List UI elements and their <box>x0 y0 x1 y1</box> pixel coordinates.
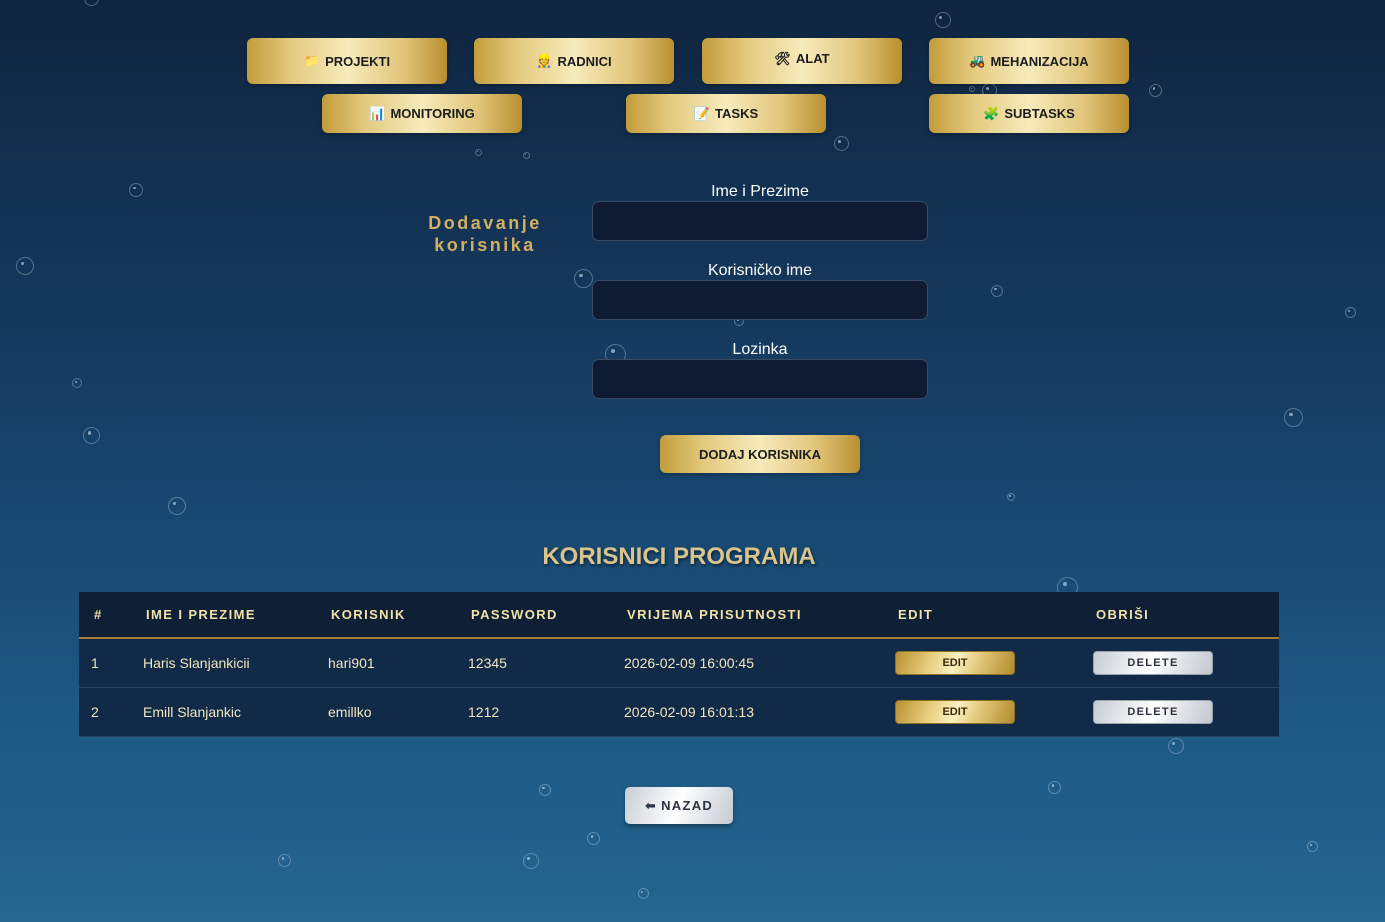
bubble <box>1149 84 1162 97</box>
users-table-title: KORISNICI PROGRAMA <box>542 543 816 570</box>
column-header-name: IME I PREZIME <box>146 607 256 622</box>
cell-password: 1212 <box>468 704 500 720</box>
cell-user: emillko <box>328 704 372 720</box>
nav-projekti-label: PROJEKTI <box>325 53 391 69</box>
tools-icon: 🛠 <box>774 51 791 66</box>
edit-button[interactable]: EDIT <box>895 700 1015 724</box>
bubble <box>969 86 975 92</box>
bubble <box>834 136 849 151</box>
username-field-label: Korisničko ime <box>707 262 813 279</box>
nav-subtasks-label: SUBTASKS <box>1004 106 1075 121</box>
back-button-label: NAZAD <box>661 798 714 813</box>
cell-user: hari901 <box>328 655 375 671</box>
name-field-label: Ime i Prezime <box>711 183 809 200</box>
back-button[interactable]: ⬅ NAZAD <box>625 787 733 824</box>
cell-time: 2026-02-09 16:00:45 <box>624 655 754 671</box>
bubble <box>84 0 99 6</box>
bubble <box>1307 841 1318 852</box>
nav-mehanizacija-button[interactable]: 🚜 MEHANIZACIJA <box>929 38 1129 84</box>
cell-name: Emill Slanjankic <box>143 704 242 720</box>
bubble <box>523 152 530 159</box>
bubble <box>574 269 593 288</box>
column-header-edit: EDIT <box>898 607 934 622</box>
bubble <box>587 832 600 845</box>
password-field-label: Lozinka <box>732 341 788 358</box>
column-header-delete: OBRIŠI <box>1096 607 1150 622</box>
bubble <box>539 784 551 796</box>
bubble <box>475 149 482 156</box>
memo-icon: 📝 <box>693 105 711 121</box>
puzzle-icon: 🧩 <box>983 105 1000 121</box>
edit-button[interactable]: EDIT <box>895 651 1015 675</box>
bubble <box>83 427 100 444</box>
nav-projekti-button[interactable]: 📁 PROJEKTI <box>247 38 447 84</box>
bubble <box>16 257 34 275</box>
form-title: Dodavanje korisnika <box>428 213 542 255</box>
cell-name: Haris Slanjankicii <box>143 655 250 671</box>
cell-password: 12345 <box>468 655 507 671</box>
nav-radnici-label: RADNICI <box>557 53 612 69</box>
nav-subtasks-button[interactable]: 🧩 SUBTASKS <box>929 94 1129 133</box>
bubble <box>72 378 82 388</box>
nav-mehanizacija-label: MEHANIZACIJA <box>990 53 1089 69</box>
cell-number: 2 <box>91 704 99 720</box>
folder-icon: 📁 <box>303 53 321 68</box>
bubble <box>991 285 1003 297</box>
worker-icon: 👷 <box>536 53 553 68</box>
bubble <box>278 854 291 867</box>
users-table: # IME I PREZIME KORISNIK PASSWORD VRIJEM… <box>79 592 1279 737</box>
bubble <box>168 497 186 515</box>
add-user-button[interactable]: DODAJ KORISNIKA <box>660 435 860 473</box>
nav-monitoring-label: MONITORING <box>390 106 475 121</box>
bubble <box>1168 738 1184 754</box>
bubble <box>523 853 539 869</box>
column-header-number: # <box>94 607 103 622</box>
nav-tasks-button[interactable]: 📝 TASKS <box>626 94 826 133</box>
table-header: # IME I PREZIME KORISNIK PASSWORD VRIJEM… <box>79 592 1279 639</box>
nav-radnici-button[interactable]: 👷 RADNICI <box>474 38 674 84</box>
bubble <box>638 888 649 899</box>
bubble <box>1345 307 1356 318</box>
bubble <box>1048 781 1061 794</box>
nav-alat-button[interactable]: 🛠 ALAT <box>702 38 902 84</box>
cell-number: 1 <box>91 655 99 671</box>
cell-time: 2026-02-09 16:01:13 <box>624 704 754 720</box>
table-row: 1 Haris Slanjankicii hari901 12345 2026-… <box>79 639 1279 688</box>
column-header-time: VRIJEMA PRISUTNOSTI <box>627 607 802 622</box>
name-input[interactable] <box>592 201 928 241</box>
column-header-password: PASSWORD <box>471 607 558 622</box>
nav-tasks-label: TASKS <box>715 106 759 121</box>
bubble <box>1007 493 1015 501</box>
bubble <box>935 12 951 28</box>
tractor-icon: 🚜 <box>969 53 986 68</box>
username-input[interactable] <box>592 280 928 320</box>
nav-monitoring-button[interactable]: 📊 MONITORING <box>322 94 522 133</box>
column-header-user: KORISNIK <box>331 607 406 622</box>
password-input[interactable] <box>592 359 928 399</box>
delete-button[interactable]: DELETE <box>1093 651 1213 675</box>
bubble <box>129 183 143 197</box>
chart-icon: 📊 <box>369 105 386 121</box>
bubble <box>1284 408 1303 427</box>
arrow-left-icon: ⬅ <box>644 797 658 813</box>
table-row: 2 Emill Slanjankic emillko 1212 2026-02-… <box>79 688 1279 737</box>
nav-alat-label: ALAT <box>795 51 830 66</box>
delete-button[interactable]: DELETE <box>1093 700 1213 724</box>
